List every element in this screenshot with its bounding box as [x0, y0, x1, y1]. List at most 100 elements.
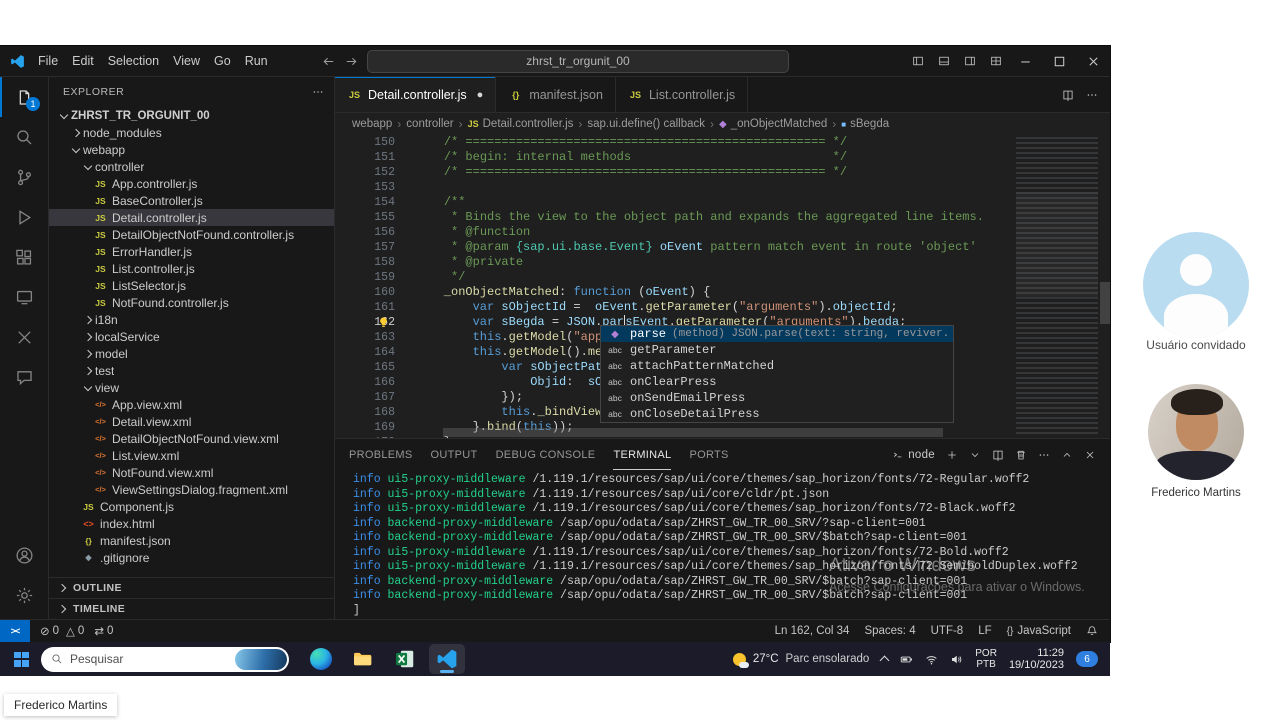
explorer-item-listselector-js[interactable]: JSListSelector.js — [49, 277, 334, 294]
explorer-item-component-js[interactable]: JSComponent.js — [49, 498, 334, 515]
breadcrumb-item-onobjectmatched[interactable]: ◆_onObjectMatched — [718, 118, 828, 130]
suggestion-getparameter[interactable]: abcgetParameter — [601, 342, 953, 358]
activity-tools-icon[interactable] — [0, 317, 48, 357]
explorer-item-controller[interactable]: controller — [49, 158, 334, 175]
breadcrumb-item-webapp[interactable]: webapp — [351, 118, 393, 130]
code-editor[interactable]: 150 /* =================================… — [335, 135, 1110, 438]
keyboard-language[interactable]: POR PTB — [975, 648, 997, 670]
split-terminal-icon[interactable] — [992, 449, 1004, 461]
file-explorer-app-icon[interactable] — [345, 644, 381, 674]
panel-tab-problems[interactable]: PROBLEMS — [349, 439, 413, 470]
launch-profile[interactable]: node — [892, 449, 935, 461]
tab-manifest-json[interactable]: {}manifest.json — [496, 77, 616, 112]
explorer-item-viewsettingsdialog-fragment-xml[interactable]: </>ViewSettingsDialog.fragment.xml — [49, 481, 334, 498]
close-button[interactable] — [1076, 46, 1110, 76]
explorer-item-detail-view-xml[interactable]: </>Detail.view.xml — [49, 413, 334, 430]
maximize-button[interactable] — [1042, 46, 1076, 76]
panel-tab-ports[interactable]: PORTS — [689, 439, 728, 470]
activity-account-icon[interactable] — [0, 535, 48, 575]
suggestion-onsendemailpress[interactable]: abconSendEmailPress — [601, 390, 953, 406]
suggestion-onclearpress[interactable]: abconClearPress — [601, 374, 953, 390]
minimap[interactable] — [1016, 137, 1098, 437]
explorer-item-detailobjectnotfound-controller-js[interactable]: JSDetailObjectNotFound.controller.js — [49, 226, 334, 243]
explorer-item-notfound-view-xml[interactable]: </>NotFound.view.xml — [49, 464, 334, 481]
panel-tab-debug-console[interactable]: DEBUG CONSOLE — [496, 439, 596, 470]
explorer-item-detail-controller-js[interactable]: JSDetail.controller.js — [49, 209, 334, 226]
menu-edit[interactable]: Edit — [65, 54, 101, 68]
explorer-item-list-view-xml[interactable]: </>List.view.xml — [49, 447, 334, 464]
menu-go[interactable]: Go — [207, 54, 238, 68]
suggestion-attachpatternmatched[interactable]: abcattachPatternMatched — [601, 358, 953, 374]
explorer-item-errorhandler-js[interactable]: JSErrorHandler.js — [49, 243, 334, 260]
explorer-item-webapp[interactable]: webapp — [49, 141, 334, 158]
tab-list-controller-js[interactable]: JSList.controller.js — [616, 77, 748, 112]
edge-app-icon[interactable] — [303, 644, 339, 674]
clock[interactable]: 11:29 19/10/2023 — [1009, 647, 1064, 672]
suggestion-onclosedetailpress[interactable]: abconCloseDetailPress — [601, 406, 953, 422]
tray-overflow-chevron-icon[interactable] — [880, 656, 890, 666]
menu-selection[interactable]: Selection — [101, 54, 166, 68]
eol[interactable]: LF — [978, 625, 991, 637]
volume-icon[interactable] — [950, 653, 963, 666]
explorer-item-i18n[interactable]: i18n — [49, 311, 334, 328]
explorer-item-view[interactable]: view — [49, 379, 334, 396]
explorer-item-app-controller-js[interactable]: JSApp.controller.js — [49, 175, 334, 192]
weather-widget[interactable]: 27°C Parc ensolarado — [733, 653, 869, 666]
taskbar-search[interactable]: Pesquisar — [41, 647, 289, 672]
customize-layout-icon[interactable] — [990, 55, 1002, 67]
activity-chat-icon[interactable] — [0, 357, 48, 397]
menu-run[interactable]: Run — [238, 54, 275, 68]
explorer-item-localservice[interactable]: localService — [49, 328, 334, 345]
vscode-app-icon[interactable] — [429, 644, 465, 674]
cursor-position[interactable]: Ln 162, Col 34 — [775, 625, 850, 637]
activity-search-icon[interactable] — [0, 117, 48, 157]
explorer-item-zhrst-tr-orgunit-00[interactable]: ZHRST_TR_ORGUNIT_00 — [49, 107, 334, 124]
indentation[interactable]: Spaces: 4 — [864, 625, 915, 637]
battery-icon[interactable] — [900, 653, 913, 666]
explorer-item-gitignore[interactable]: ◆.gitignore — [49, 549, 334, 566]
panel-tab-output[interactable]: OUTPUT — [431, 439, 478, 470]
activity-explorer-icon[interactable]: 1 — [0, 77, 48, 117]
toggle-sidebar-icon[interactable] — [912, 55, 924, 67]
kill-terminal-icon[interactable] — [1015, 449, 1027, 461]
vertical-scrollbar[interactable] — [1100, 282, 1110, 324]
explorer-item-test[interactable]: test — [49, 362, 334, 379]
tab-detail-controller-js[interactable]: JSDetail.controller.js● — [335, 77, 496, 112]
notification-count-badge[interactable]: 6 — [1076, 651, 1098, 667]
outline-section[interactable]: OUTLINE — [49, 577, 334, 598]
breadcrumb-item-sap-ui-define-callback[interactable]: sap.ui.define() callback — [586, 118, 706, 130]
explorer-item-list-controller-js[interactable]: JSList.controller.js — [49, 260, 334, 277]
toggle-secondary-sidebar-icon[interactable] — [964, 55, 976, 67]
minimize-button[interactable] — [1008, 46, 1042, 76]
explorer-item-model[interactable]: model — [49, 345, 334, 362]
close-panel-icon[interactable] — [1084, 449, 1096, 461]
suggestion-parse[interactable]: ◆parse(method) JSON.parse(text: string, … — [601, 326, 953, 342]
new-terminal-icon[interactable] — [946, 449, 958, 461]
encoding[interactable]: UTF-8 — [931, 625, 964, 637]
explorer-item-basecontroller-js[interactable]: JSBaseController.js — [49, 192, 334, 209]
menu-file[interactable]: File — [31, 54, 65, 68]
panel-more-icon[interactable] — [1038, 449, 1050, 461]
start-button[interactable] — [14, 652, 29, 667]
problems-indicator[interactable]: ⊘0 △0 — [40, 624, 84, 638]
wifi-icon[interactable] — [925, 653, 938, 666]
excel-app-icon[interactable] — [387, 644, 423, 674]
panel-tab-terminal[interactable]: TERMINAL — [613, 439, 671, 470]
search-highlight-image[interactable] — [235, 649, 287, 670]
maximize-panel-icon[interactable] — [1061, 449, 1073, 461]
notifications-bell-icon[interactable] — [1086, 625, 1098, 637]
explorer-item-node-modules[interactable]: node_modules — [49, 124, 334, 141]
menu-view[interactable]: View — [166, 54, 207, 68]
remote-indicator[interactable]: >< — [0, 620, 30, 642]
activity-extensions-icon[interactable] — [0, 237, 48, 277]
activity-run-and-debug-icon[interactable] — [0, 197, 48, 237]
nav-forward-icon[interactable] — [344, 54, 359, 69]
explorer-more-actions-icon[interactable] — [312, 86, 324, 98]
horizontal-scrollbar[interactable] — [443, 428, 943, 437]
split-editor-icon[interactable] — [1062, 89, 1074, 101]
breadcrumb-item-detail-controller-js[interactable]: JSDetail.controller.js — [467, 118, 575, 130]
terminal-output[interactable]: info ui5-proxy-middleware /1.119.1/resou… — [335, 470, 1110, 619]
breadcrumb-item-sbegda[interactable]: ■sBegda — [840, 118, 890, 130]
explorer-item-notfound-controller-js[interactable]: JSNotFound.controller.js — [49, 294, 334, 311]
activity-settings-icon[interactable] — [0, 575, 48, 615]
